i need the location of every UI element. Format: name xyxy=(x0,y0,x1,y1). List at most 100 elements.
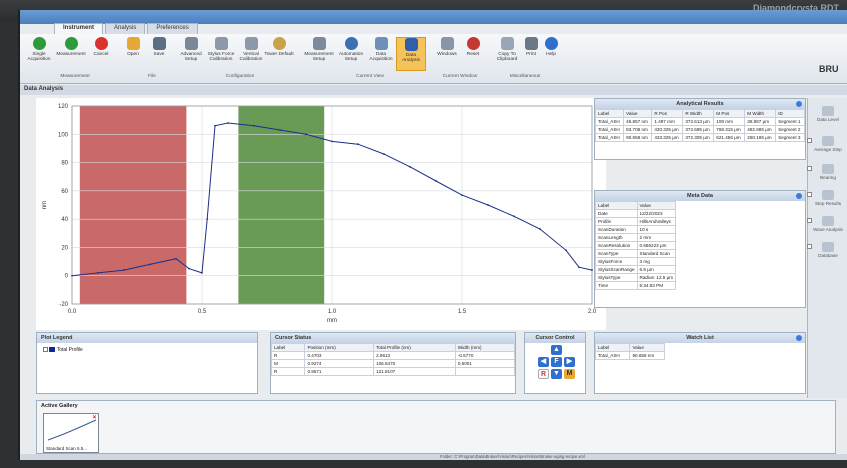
cursor-m-button[interactable]: M xyxy=(564,369,575,379)
col-header[interactable]: Value xyxy=(623,109,653,118)
side-item-database[interactable]: Database xyxy=(807,242,845,258)
table-row: StylusForce 3 mg xyxy=(595,257,677,266)
title-bar xyxy=(20,10,847,24)
pin-icon[interactable] xyxy=(796,335,802,341)
col-header[interactable]: Total Profile (nm) xyxy=(373,343,456,352)
data-point xyxy=(461,194,463,196)
automation-setup-button[interactable]: Automation Setup xyxy=(336,37,366,71)
table-row[interactable]: Total_ASH 46.857 nm 1.497 mm 372.613 μm 108 … xyxy=(594,117,805,126)
col-header[interactable]: M Width xyxy=(744,109,777,118)
legend-checkbox[interactable] xyxy=(43,347,48,353)
cursor-f-button[interactable]: F xyxy=(551,357,562,367)
x-tick-label: 2.0 xyxy=(588,309,597,315)
data-point xyxy=(279,129,281,131)
data-point xyxy=(149,263,151,266)
col-header[interactable]: R Width xyxy=(682,109,715,118)
gallery-thumbnail[interactable]: Standard Scan 5.5... ✕ xyxy=(43,413,99,453)
gallery-title: Active Gallery xyxy=(41,403,78,409)
cursor-left-button[interactable]: ◀ xyxy=(538,357,549,367)
chart-svg[interactable]: -20 0 20 40 60 80 100 120 0.0 0.5 1.0 1.5 2.0 mm nm xyxy=(36,98,606,330)
save-button[interactable]: Save xyxy=(144,37,174,71)
vertical-calibration-button[interactable]: Vertical Calibration xyxy=(236,37,266,71)
table-row[interactable]: Total_ASH 90.658 nm 433.325 μm 372.305 μm 62… xyxy=(594,133,805,142)
col-header[interactable]: Position (mm) xyxy=(304,343,375,352)
cursor-control-title: Cursor Control xyxy=(525,333,585,343)
side-item-bearing[interactable]: Bearing xyxy=(807,164,845,180)
table-row[interactable]: Total_ASH 83.708 nm 430.325 μm 372.685 μm 76… xyxy=(594,125,805,134)
col-header[interactable]: Width (mm) xyxy=(454,343,516,352)
data-point xyxy=(539,228,541,230)
step-results-icon xyxy=(822,190,834,200)
stylus-icon xyxy=(214,37,228,50)
col-header[interactable]: ID xyxy=(775,109,805,118)
col-header[interactable]: Label xyxy=(270,343,306,352)
y-tick-label: 80 xyxy=(61,161,68,167)
data-point xyxy=(331,140,333,143)
checkbox[interactable] xyxy=(807,138,812,143)
play-icon xyxy=(32,37,46,50)
side-item-wave-analysis[interactable]: Wave Analysis xyxy=(807,216,845,232)
reset-button[interactable]: Reset xyxy=(458,37,488,71)
side-item-data-level[interactable]: Data Level xyxy=(811,106,845,122)
profile-chart[interactable]: -20 0 20 40 60 80 100 120 0.0 0.5 1.0 1.5 2.0 mm nm xyxy=(36,98,606,330)
data-point xyxy=(409,165,411,168)
checkbox[interactable] xyxy=(807,192,812,197)
tower-default-button[interactable]: Tower Default xyxy=(264,37,294,71)
table-row: ScanResolution 0.666223 μm xyxy=(595,241,677,250)
data-point xyxy=(591,269,593,271)
x-tick-label: 1.0 xyxy=(328,309,337,315)
close-icon[interactable]: ✕ xyxy=(92,414,97,421)
legend-swatch xyxy=(49,347,56,353)
average-step-icon xyxy=(822,136,834,146)
tab-instrument[interactable]: Instrument xyxy=(54,23,104,34)
help-button[interactable]: Help xyxy=(536,37,566,71)
data-acquisition-button[interactable]: Data Acquisition xyxy=(366,37,396,71)
cursor-control-panel: Cursor Control ▲ ◀ F ▶ R ▼ M xyxy=(524,332,586,394)
table-row[interactable]: Total_ASH 90.658 nm xyxy=(594,351,665,360)
checkbox[interactable] xyxy=(807,244,812,249)
group-label-miscellaneous: Miscellaneous xyxy=(509,74,541,79)
data-analysis-button[interactable]: Data Analysis xyxy=(396,37,426,71)
col-header[interactable]: Label xyxy=(594,109,625,118)
y-tick-label: 120 xyxy=(58,104,69,110)
col-header[interactable]: Value xyxy=(629,343,665,352)
side-item-step-results[interactable]: Step Results xyxy=(807,190,845,206)
table-row[interactable]: M 0.9274 106.8470 0.5001 xyxy=(270,359,516,368)
data-point xyxy=(383,153,385,155)
cursor-right-button[interactable]: ▶ xyxy=(564,357,575,367)
data-point xyxy=(214,124,216,127)
col-header[interactable]: Label xyxy=(594,343,631,352)
active-gallery: Active Gallery Standard Scan 5.5... ✕ xyxy=(36,400,836,454)
ribbon-tabs: Instrument Analysis Preferences xyxy=(54,23,200,34)
col-header[interactable]: M Pos xyxy=(713,109,746,118)
single-acquisition-button[interactable]: Single Acquisition xyxy=(24,37,54,71)
pin-icon[interactable] xyxy=(796,101,802,107)
measurement-setup-button[interactable]: Measurement Setup xyxy=(304,37,334,71)
cursor-up-button[interactable]: ▲ xyxy=(551,345,562,355)
table-row[interactable]: R 0.4703 2.9613 -0.5770 xyxy=(270,351,516,360)
data-point xyxy=(357,143,359,146)
cancel-button[interactable]: Cancel xyxy=(86,37,116,71)
tab-preferences[interactable]: Preferences xyxy=(147,23,198,34)
meta-data-table: Label Value Date 12/22/2023 Profile HillsAn… xyxy=(595,201,677,290)
automation-icon xyxy=(344,37,358,50)
play-icon xyxy=(64,37,78,50)
col-header[interactable]: Value xyxy=(636,201,677,210)
measurement-button[interactable]: Measurement xyxy=(56,37,86,71)
side-item-average-step[interactable]: Average Step xyxy=(807,136,845,152)
cancel-icon xyxy=(94,37,108,50)
pin-icon[interactable] xyxy=(796,193,802,199)
ribbon: Single Acquisition Measurement Cancel Op… xyxy=(20,34,847,84)
cursor-r-button[interactable]: R xyxy=(538,369,549,379)
stylus-force-calibration-button[interactable]: Stylus Force Calibration xyxy=(206,37,236,71)
checkbox[interactable] xyxy=(807,166,812,171)
col-header[interactable]: Label xyxy=(595,201,638,210)
legend-entry[interactable]: Total Profile xyxy=(37,343,257,357)
table-row[interactable]: R 0.9571 121.8107 xyxy=(270,367,516,376)
col-header[interactable]: R Pos xyxy=(651,109,684,118)
checkbox[interactable] xyxy=(807,218,812,223)
tab-analysis[interactable]: Analysis xyxy=(105,23,146,34)
table-row: StylusScanRange 6.5 μm xyxy=(595,265,677,274)
advanced-setup-button[interactable]: Advanced Setup xyxy=(176,37,206,71)
cursor-down-button[interactable]: ▼ xyxy=(551,369,562,379)
